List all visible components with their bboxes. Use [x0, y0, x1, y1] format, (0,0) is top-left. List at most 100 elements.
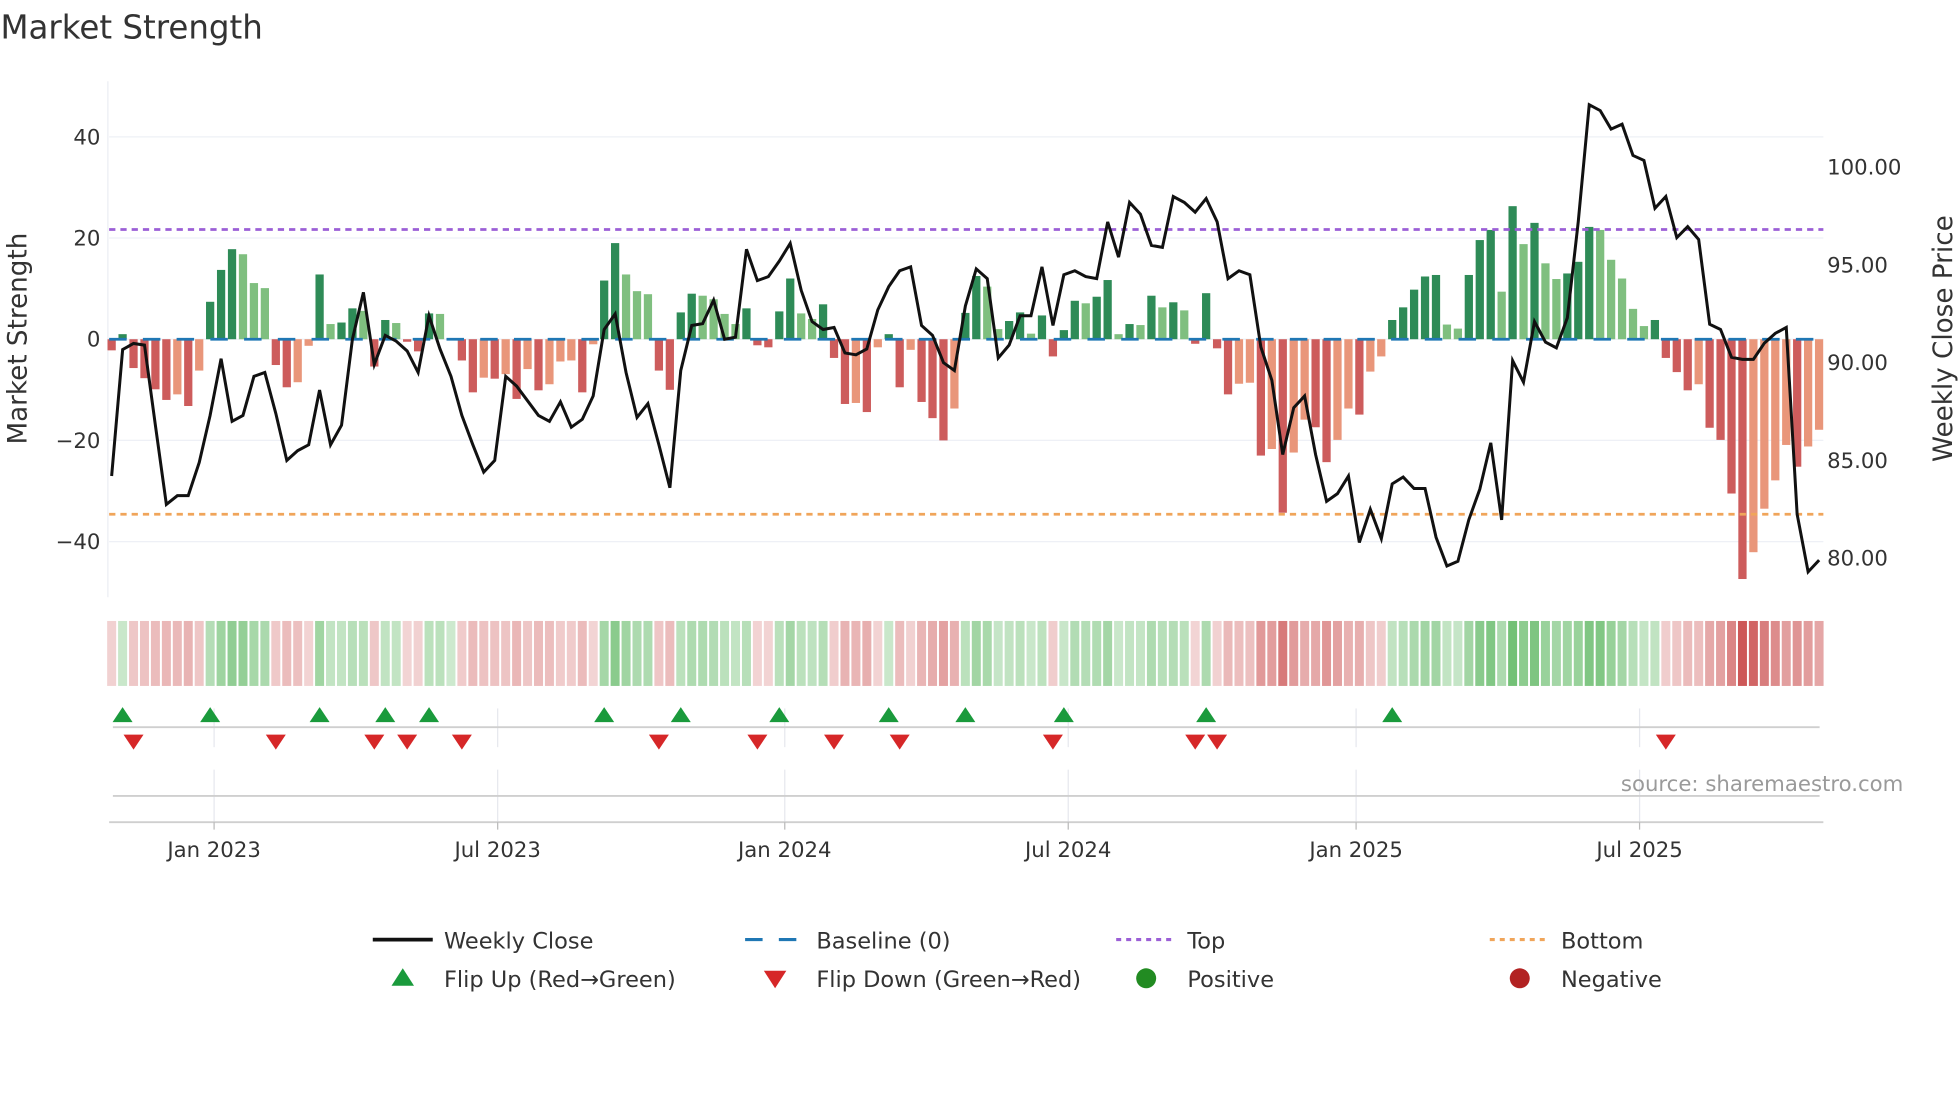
strip-cell [938, 620, 948, 686]
strength-bar [1158, 307, 1167, 340]
strip-cell [1748, 620, 1758, 686]
right-axis-title: Weekly Close Price [1929, 215, 1959, 462]
strip-cell [358, 620, 368, 686]
strength-bar [435, 313, 445, 340]
strength-bar [1037, 315, 1047, 340]
strip-cell [336, 620, 346, 686]
strength-bar [107, 339, 116, 351]
strength-bar [260, 288, 269, 340]
strength-bar [1147, 295, 1156, 340]
strip-cell [271, 620, 281, 686]
strength-bar [1760, 339, 1769, 509]
strip-cell [1759, 620, 1769, 686]
strength-bar [403, 339, 412, 342]
x-tick-label: Jul 2023 [452, 838, 540, 863]
legend-item-baseline: Baseline (0) [745, 928, 951, 954]
strip-cell [1781, 620, 1791, 686]
x-tick-label: Jan 2025 [1307, 838, 1403, 863]
strength-bar [227, 249, 237, 340]
strip-cell [490, 620, 500, 686]
strip-cell [1354, 620, 1364, 686]
strip-cell [1092, 620, 1102, 686]
strip-cell [501, 620, 511, 686]
strip-cell [1048, 620, 1058, 686]
strength-bar [1180, 310, 1189, 340]
strip-cell [1278, 620, 1288, 686]
strength-bar [1245, 339, 1255, 383]
strength-bar [1344, 339, 1353, 409]
flip-up-marker [878, 707, 899, 723]
flip-up-marker [1053, 707, 1074, 723]
strip-cell [238, 620, 248, 686]
y2-tick-label: 85.00 [1827, 449, 1888, 474]
x-axis-ticks: Jan 2023 Jul 2023 Jan 2024 Jul 2024 Jan 2025… [165, 822, 1683, 863]
strength-bar [1705, 339, 1714, 428]
strength-bar [1694, 339, 1703, 385]
strip-cell [1300, 620, 1310, 686]
strip-cell [709, 620, 719, 686]
strip-cell [1245, 620, 1255, 686]
strip-cell [1661, 620, 1671, 686]
strip-cell [1081, 620, 1091, 686]
flip-up-marker [419, 707, 440, 723]
flip-down-marker [1655, 734, 1676, 750]
strip-cell [1004, 620, 1014, 686]
strip-cell [1770, 620, 1780, 686]
strip-cell [654, 620, 664, 686]
strip-cell [534, 620, 543, 686]
strength-bar [1234, 339, 1244, 384]
strip-cell [468, 620, 478, 686]
strip-cell [194, 620, 204, 686]
strength-bar [1814, 339, 1824, 430]
legend-label: Negative [1561, 967, 1662, 993]
strength-bar [195, 339, 204, 371]
strip-cell [577, 620, 587, 686]
strip-cell [1814, 620, 1824, 686]
strip-cell [1792, 620, 1802, 686]
strength-bar [1223, 339, 1233, 395]
strength-bar [1092, 296, 1101, 340]
strength-bar [1333, 339, 1342, 440]
strip-cell [1103, 620, 1113, 686]
strength-bar [326, 324, 335, 340]
red-dot-icon [1509, 968, 1530, 989]
strip-cell [1223, 620, 1233, 686]
strip-cell [621, 620, 631, 686]
strip-cell [971, 620, 981, 686]
flip-up-marker [1196, 707, 1217, 723]
strip-cell [1201, 620, 1211, 686]
strength-bar [1650, 319, 1660, 340]
strength-bar [742, 308, 751, 340]
strip-cell [380, 620, 390, 686]
y-tick-label: 40 [73, 125, 100, 150]
strip-cell [665, 620, 675, 686]
strength-bar [413, 339, 423, 352]
strength-bar [1289, 339, 1298, 453]
strip-cell [1125, 620, 1135, 686]
green-dot-icon [1136, 968, 1157, 989]
strip-cell [993, 620, 1003, 686]
strength-bar [523, 339, 532, 370]
strip-cell [720, 620, 730, 686]
strip-cell [1037, 620, 1047, 686]
strip-cell [523, 620, 533, 686]
strength-bar [1519, 244, 1528, 340]
left-axis-title: Market Strength [4, 233, 34, 445]
strip-cell [479, 620, 489, 686]
strength-bar [151, 339, 160, 390]
strength-bar [1420, 276, 1430, 340]
strength-bar [1311, 339, 1320, 428]
left-axis-ticks: 40 20 0 −20 −40 [56, 125, 101, 555]
strength-bar [1409, 289, 1419, 340]
strip-cell [424, 620, 434, 686]
strength-bar [786, 278, 795, 340]
strength-bar [545, 339, 554, 385]
strip-cell [741, 620, 751, 686]
legend-label: Top [1186, 928, 1225, 954]
strength-bar [1596, 229, 1605, 340]
flip-up-marker [309, 707, 330, 723]
strip-cell [1584, 620, 1594, 686]
y-tick-label: 20 [73, 227, 100, 252]
strength-bar [501, 339, 510, 375]
legend-item-negative: Negative [1509, 967, 1662, 993]
